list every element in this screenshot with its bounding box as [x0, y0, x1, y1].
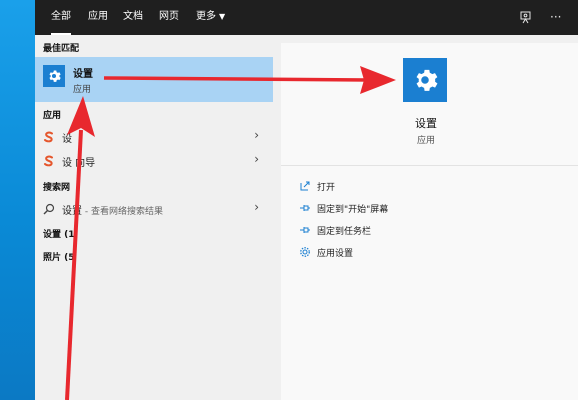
photos-group-header[interactable]: 照片 (5	[43, 250, 75, 263]
search-panel: 全部 应用 文档 网页 更多 ▼ ··· 最佳匹配 设置 应用 应用 设 › 设…	[35, 0, 578, 400]
settings-app-large-tile	[403, 58, 447, 102]
gear-icon	[49, 70, 61, 82]
search-scope-bar: 全部 应用 文档 网页 更多 ▼ ···	[35, 0, 578, 35]
app-logo-icon	[44, 155, 53, 167]
results-list: 最佳匹配 设置 应用 应用 设 › 设 向导 › 搜索网 设置 - 查看网络搜索…	[35, 35, 273, 400]
search-icon	[43, 203, 55, 215]
best-match-header: 最佳匹配	[43, 44, 80, 54]
action-open-label: 打开	[317, 183, 336, 193]
chevron-right-icon[interactable]: ›	[254, 200, 259, 214]
open-icon	[300, 181, 310, 191]
pin-icon	[300, 205, 310, 211]
gear-icon	[416, 69, 438, 91]
action-app-settings-label: 应用设置	[317, 249, 354, 259]
settings-app-tile	[43, 65, 65, 87]
web-search-header: 搜索网	[43, 183, 71, 193]
action-pin-taskbar-label: 固定到任务栏	[317, 227, 372, 237]
web-search-query: 设置	[62, 206, 82, 217]
best-match-settings[interactable]: 设置 应用	[35, 57, 273, 102]
tab-apps[interactable]: 应用	[88, 0, 108, 35]
app-result-2-label: 设 向导	[62, 158, 96, 169]
web-search-suffix: - 查看网络搜索结果	[82, 207, 163, 217]
detail-title: 设置	[415, 117, 437, 130]
best-match-subtitle: 应用	[73, 85, 92, 95]
tab-web[interactable]: 网页	[159, 0, 179, 35]
app-result-1-label: 设	[62, 134, 72, 145]
tab-more-label: 更多	[196, 11, 216, 22]
web-search-result[interactable]: 设置 - 查看网络搜索结果 ›	[35, 198, 273, 220]
web-search-text: 设置 - 查看网络搜索结果	[62, 202, 163, 217]
tab-all[interactable]: 全部	[51, 0, 71, 35]
tab-documents[interactable]: 文档	[123, 0, 143, 35]
divider	[281, 165, 578, 166]
apps-header: 应用	[43, 111, 62, 121]
settings-group-header[interactable]: 设置 (1	[43, 227, 75, 240]
detail-pane: 设置 应用 打开 固定到"开始"屏幕 固定到任务栏 应用设置	[281, 43, 578, 400]
chevron-right-icon[interactable]: ›	[254, 128, 259, 142]
desktop-background	[0, 0, 35, 400]
tab-more[interactable]: 更多 ▼	[196, 0, 225, 35]
best-match-title: 设置	[73, 69, 93, 80]
chevron-down-icon: ▼	[219, 12, 226, 21]
app-result-2[interactable]: 设 向导 ›	[35, 150, 273, 172]
detail-subtitle: 应用	[416, 136, 435, 146]
pin-icon	[300, 227, 310, 233]
app-result-1[interactable]: 设 ›	[35, 126, 273, 148]
chevron-right-icon[interactable]: ›	[254, 152, 259, 166]
gear-icon	[300, 247, 310, 257]
action-pin-start-label: 固定到"开始"屏幕	[317, 205, 389, 215]
feedback-icon[interactable]	[520, 0, 533, 35]
app-logo-icon	[44, 131, 53, 143]
more-options-icon[interactable]: ···	[550, 0, 561, 35]
